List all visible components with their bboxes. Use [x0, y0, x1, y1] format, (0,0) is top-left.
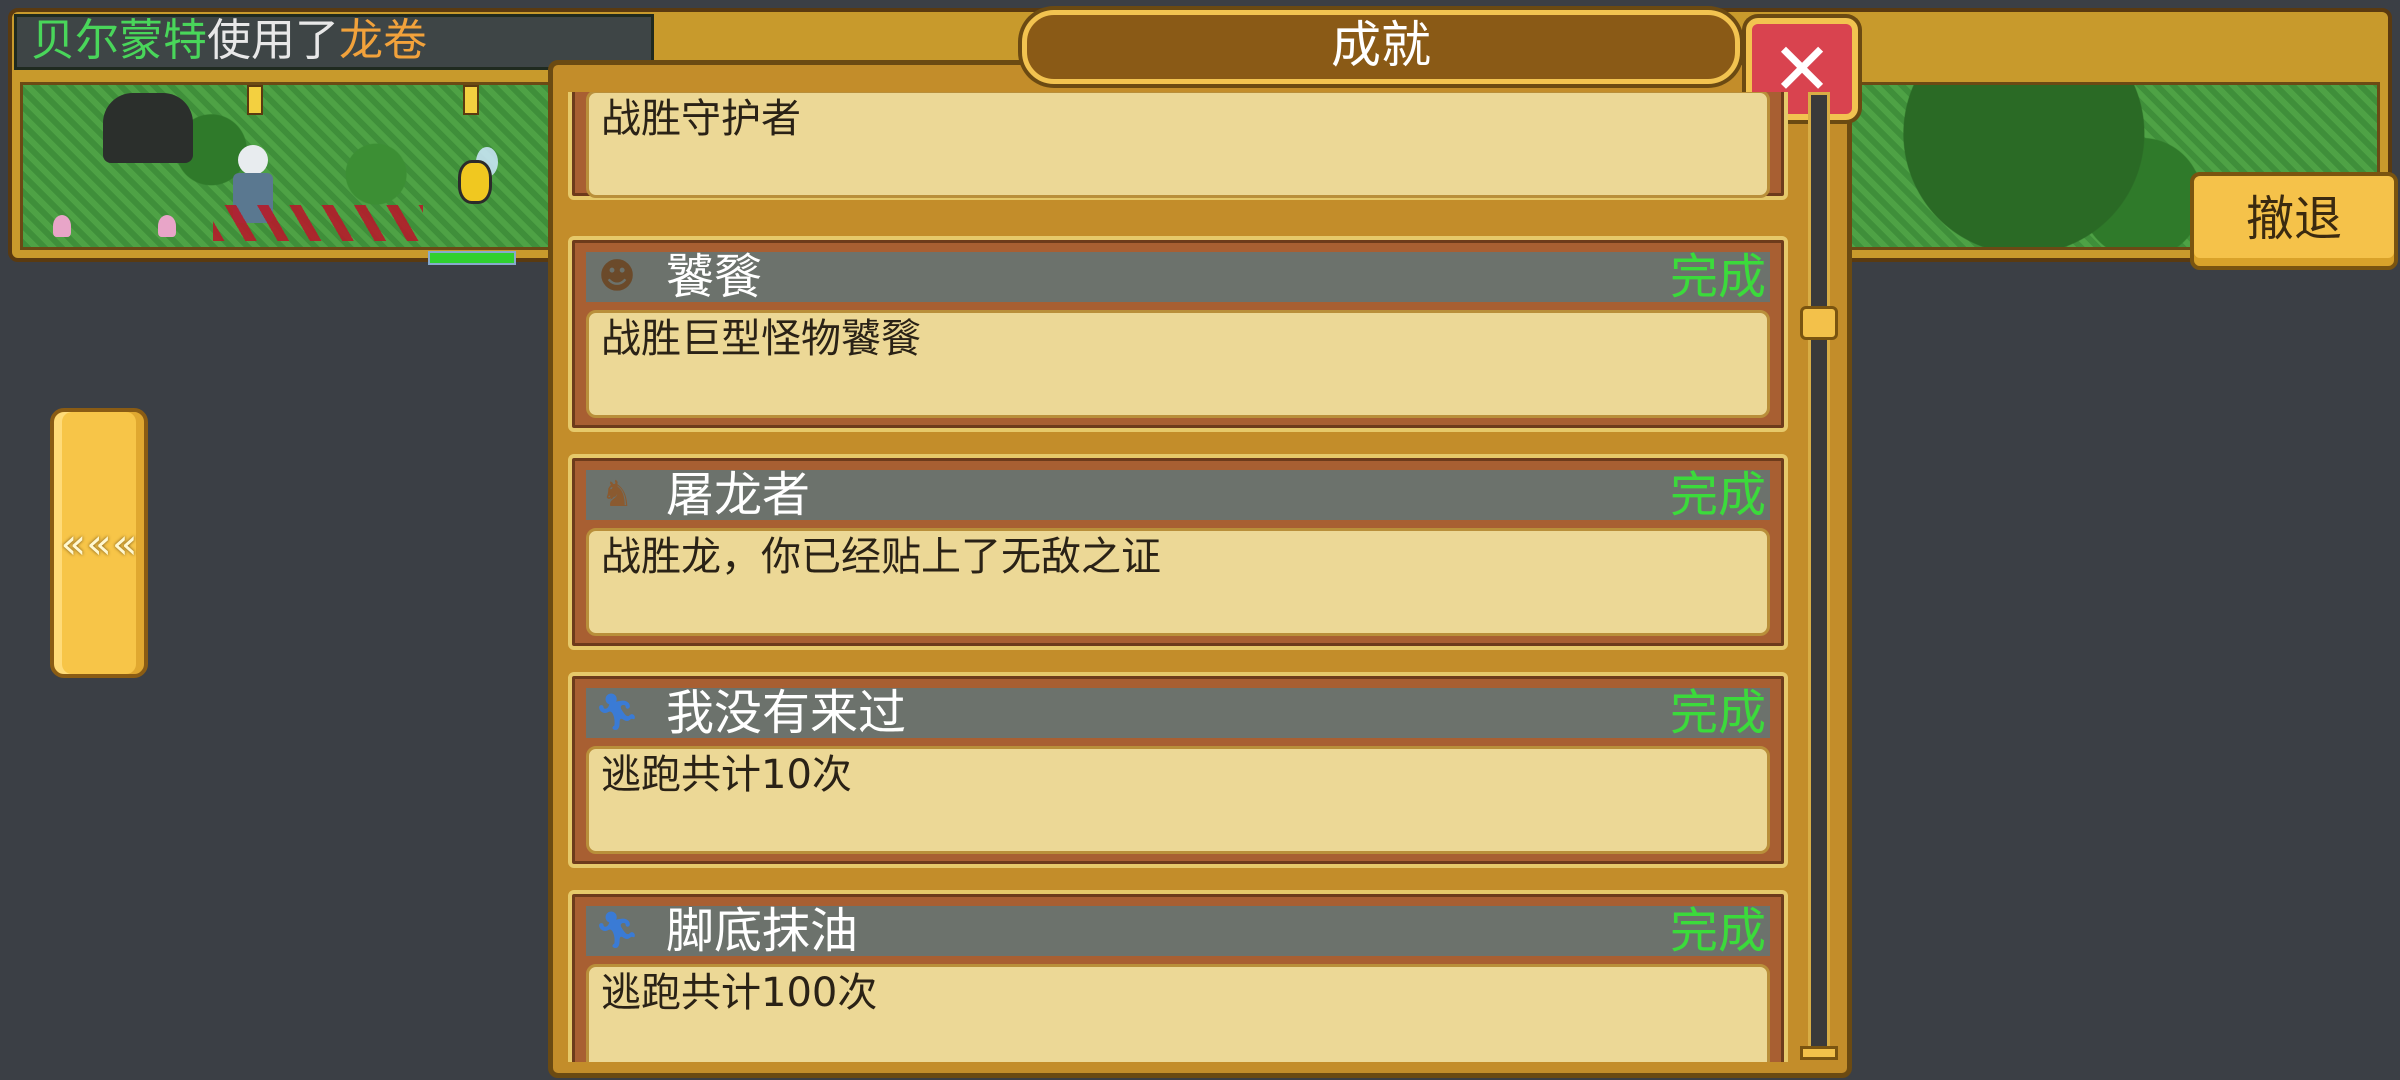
achievement-description: 逃跑共计10次: [586, 746, 1770, 854]
enemy-hp-fill: [430, 253, 514, 263]
achievement-list[interactable]: 战胜守护者 ☻ 饕餮 完成 战胜巨型怪物饕餮 ♞ 屠龙者 完成 战胜龙，你已经贴…: [562, 92, 1802, 1062]
ogre-icon: ☻: [598, 256, 636, 297]
achievement-item: ☻ 饕餮 完成 战胜巨型怪物饕餮: [568, 236, 1788, 432]
achievement-header: ☻ 饕餮 完成: [586, 252, 1770, 302]
mushroom-icon: [158, 215, 176, 237]
running-person-icon: 🏃︎: [594, 910, 640, 951]
achievement-item: ♞ 屠龙者 完成 战胜龙，你已经贴上了无敌之证: [568, 454, 1788, 650]
mushroom-icon: [53, 215, 71, 237]
achievement-status: 完成: [1669, 249, 1766, 305]
log-skill-name: 龙卷: [339, 15, 427, 66]
achievement-description: 战胜守护者: [586, 92, 1770, 198]
achievement-name: 我没有来过: [666, 685, 907, 741]
log-actor-name: 贝尔蒙特: [31, 15, 207, 66]
achievement-item: 🏃︎ 脚底抹油 完成 逃跑共计100次: [568, 890, 1788, 1062]
scrollbar-track[interactable]: [1808, 92, 1830, 1058]
scrollbar-end-cap: [1800, 1046, 1838, 1060]
achievement-name: 饕餮: [666, 249, 763, 305]
achievement-description: 战胜巨型怪物饕餮: [586, 310, 1770, 418]
running-person-icon: 🏃︎: [594, 692, 640, 733]
achievement-status: 完成: [1669, 467, 1766, 523]
achievement-header: 🏃︎ 我没有来过 完成: [586, 688, 1770, 738]
achievement-name: 脚底抹油: [666, 903, 859, 959]
achievement-item: 战胜守护者: [568, 92, 1788, 200]
achievement-description: 战胜龙，你已经贴上了无敌之证: [586, 528, 1770, 636]
triple-chevron-left-icon: «««: [60, 518, 138, 568]
achievement-item: 🏃︎ 我没有来过 完成 逃跑共计10次: [568, 672, 1788, 868]
bee-enemy-sprite: [448, 145, 498, 205]
achievement-status: 完成: [1669, 903, 1766, 959]
achievement-header: ♞ 屠龙者 完成: [586, 470, 1770, 520]
achievement-name: 屠龙者: [666, 467, 811, 523]
cave-entrance: [103, 93, 193, 163]
enemy-marker-icon: [463, 85, 479, 115]
log-verb: 使用了: [207, 15, 339, 66]
achievement-status: 完成: [1669, 685, 1766, 741]
attack-effect: [213, 205, 423, 241]
achievement-description: 逃跑共计100次: [586, 964, 1770, 1062]
hero-marker-icon: [247, 85, 263, 115]
back-button[interactable]: «««: [50, 408, 148, 678]
scrollbar-thumb[interactable]: [1800, 306, 1838, 340]
enemy-hp-bar: [428, 251, 516, 265]
dragon-icon: ♞: [600, 474, 634, 515]
achievement-header: 🏃︎ 脚底抹油 完成: [586, 906, 1770, 956]
panel-title: 成就: [1022, 10, 1740, 84]
retreat-button[interactable]: 撤退: [2190, 172, 2398, 270]
